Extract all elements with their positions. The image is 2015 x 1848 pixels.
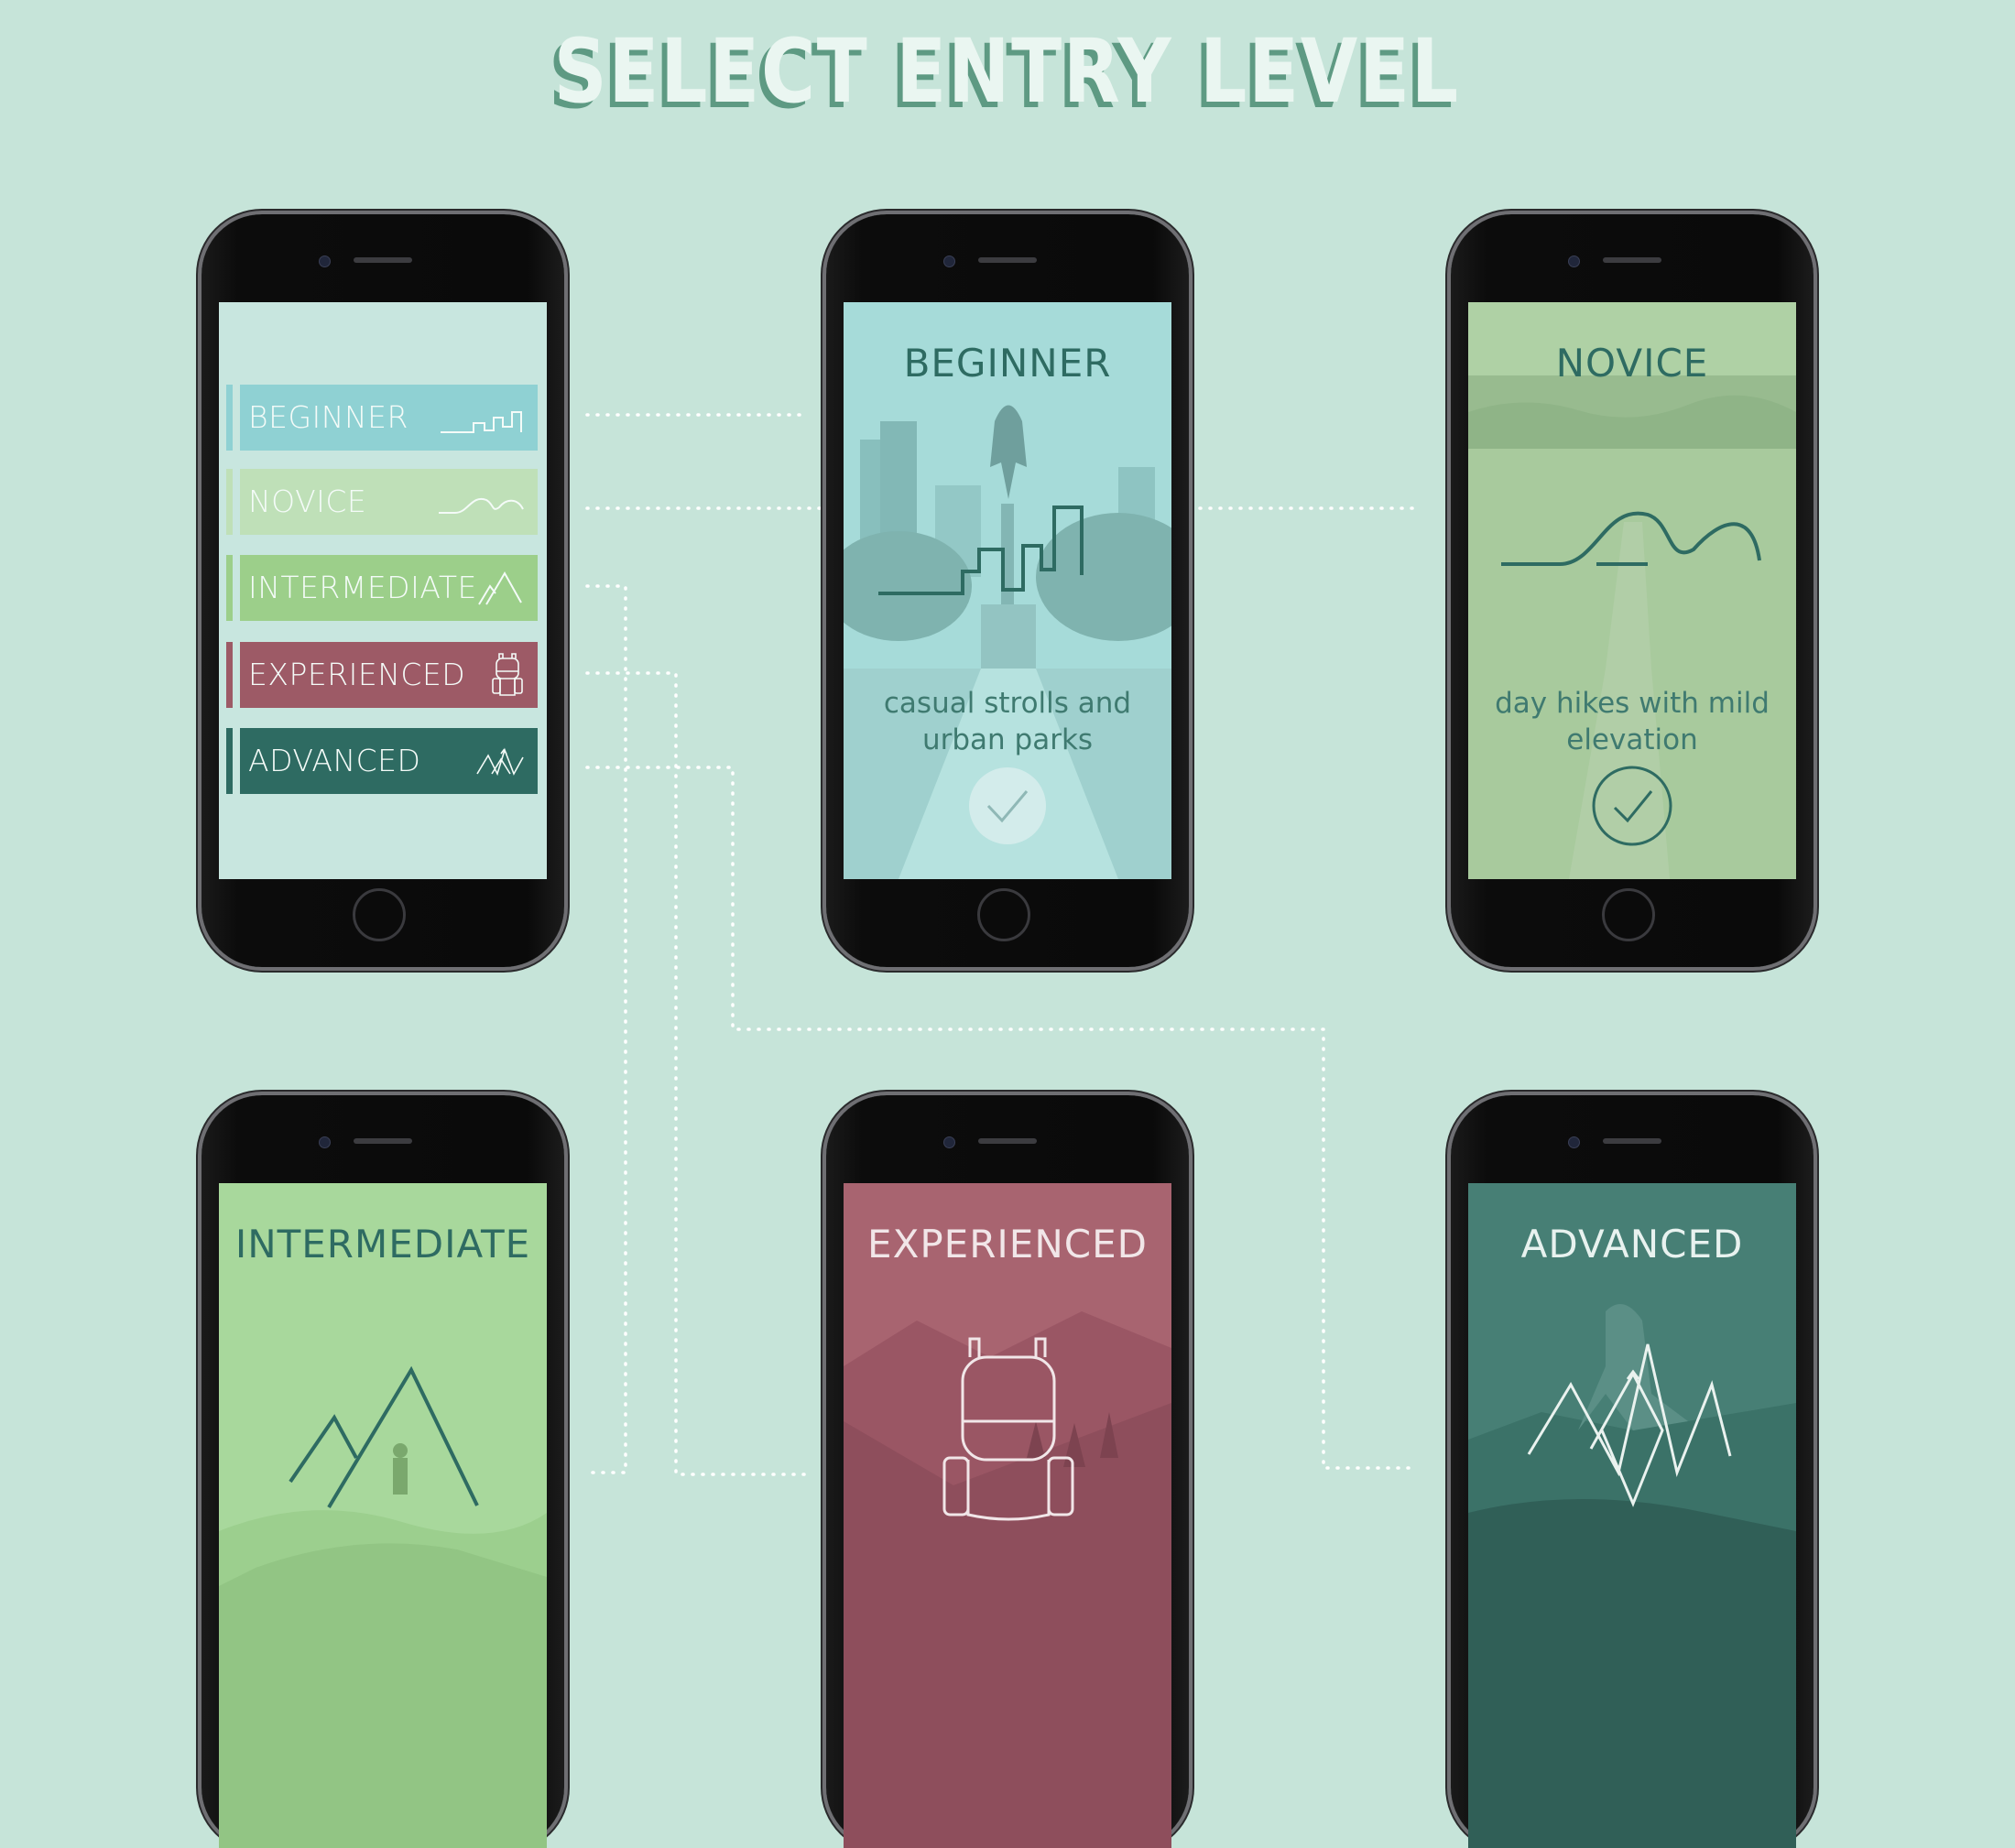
- earpiece-speaker: [354, 1138, 412, 1144]
- front-camera: [1568, 255, 1580, 267]
- beginner-screen: BEGINNER casual strolls and urban parks: [844, 302, 1171, 879]
- home-button[interactable]: [977, 888, 1030, 941]
- phone-advanced: ADVANCED: [1451, 1095, 1814, 1848]
- menu-item-experienced[interactable]: EXPERIENCED: [226, 642, 538, 708]
- phone-intermediate: INTERMEDIATE: [202, 1095, 564, 1848]
- earpiece-speaker: [354, 257, 412, 263]
- connector-intermediate: [585, 584, 627, 1474]
- earpiece-speaker: [1603, 1138, 1661, 1144]
- backpack-icon: [492, 653, 523, 696]
- level-title: EXPERIENCED: [867, 1222, 1148, 1266]
- menu-item-advanced[interactable]: ADVANCED: [226, 728, 538, 794]
- menu-item-label: BEGINNER: [248, 399, 408, 435]
- backpack-icon: [942, 1337, 1074, 1521]
- phone-experienced: EXPERIENCED: [826, 1095, 1189, 1848]
- front-camera: [319, 1136, 331, 1148]
- front-camera: [319, 255, 331, 267]
- menu-item-beginner[interactable]: BEGINNER: [226, 385, 538, 451]
- menu-item-label: EXPERIENCED: [248, 657, 466, 692]
- phone-beginner: BEGINNER casual strolls and urban parks: [826, 214, 1189, 967]
- menu-item-intermediate[interactable]: INTERMEDIATE: [226, 555, 538, 621]
- city-skyline-icon: [441, 411, 522, 433]
- advanced-screen: ADVANCED: [1468, 1183, 1796, 1848]
- accent-bar: [226, 555, 233, 621]
- page-title: SELECT ENTRY LEVEL: [553, 20, 1460, 123]
- connector-experienced: [585, 671, 808, 1476]
- mountain-peaks-icon: [289, 1365, 479, 1509]
- novice-screen: NOVICE day hikes with mild elevation: [1468, 302, 1796, 879]
- level-title: ADVANCED: [1520, 1222, 1744, 1266]
- home-button[interactable]: [353, 888, 406, 941]
- level-title: INTERMEDIATE: [234, 1222, 531, 1266]
- phone-menu: BEGINNER NOVICE INTERMEDIATE EXPERIENCED: [202, 214, 564, 967]
- menu-item-novice[interactable]: NOVICE: [226, 469, 538, 535]
- earpiece-speaker: [1603, 257, 1661, 263]
- checkmark-icon[interactable]: [844, 302, 1171, 879]
- accent-bar: [226, 642, 233, 708]
- summit-peaks-icon: [476, 747, 524, 777]
- checkmark-icon[interactable]: [1468, 302, 1796, 879]
- front-camera: [943, 255, 955, 267]
- front-camera: [943, 1136, 955, 1148]
- front-camera: [1568, 1136, 1580, 1148]
- accent-bar: [226, 385, 233, 451]
- earpiece-speaker: [978, 1138, 1037, 1144]
- phone-novice: NOVICE day hikes with mild elevation: [1451, 214, 1814, 967]
- menu-item-label: ADVANCED: [248, 743, 421, 778]
- menu-item-label: INTERMEDIATE: [248, 570, 477, 605]
- home-button[interactable]: [1602, 888, 1655, 941]
- accent-bar: [226, 728, 233, 794]
- rolling-hills-icon: [439, 497, 524, 514]
- intermediate-screen: INTERMEDIATE: [219, 1183, 547, 1848]
- experienced-screen: EXPERIENCED: [844, 1183, 1171, 1848]
- menu-item-label: NOVICE: [248, 484, 367, 519]
- summit-peaks-icon: [1527, 1343, 1732, 1507]
- menu-screen: BEGINNER NOVICE INTERMEDIATE EXPERIENCED: [219, 302, 547, 879]
- accent-bar: [226, 469, 233, 535]
- earpiece-speaker: [978, 257, 1037, 263]
- mountain-peaks-icon: [478, 571, 522, 605]
